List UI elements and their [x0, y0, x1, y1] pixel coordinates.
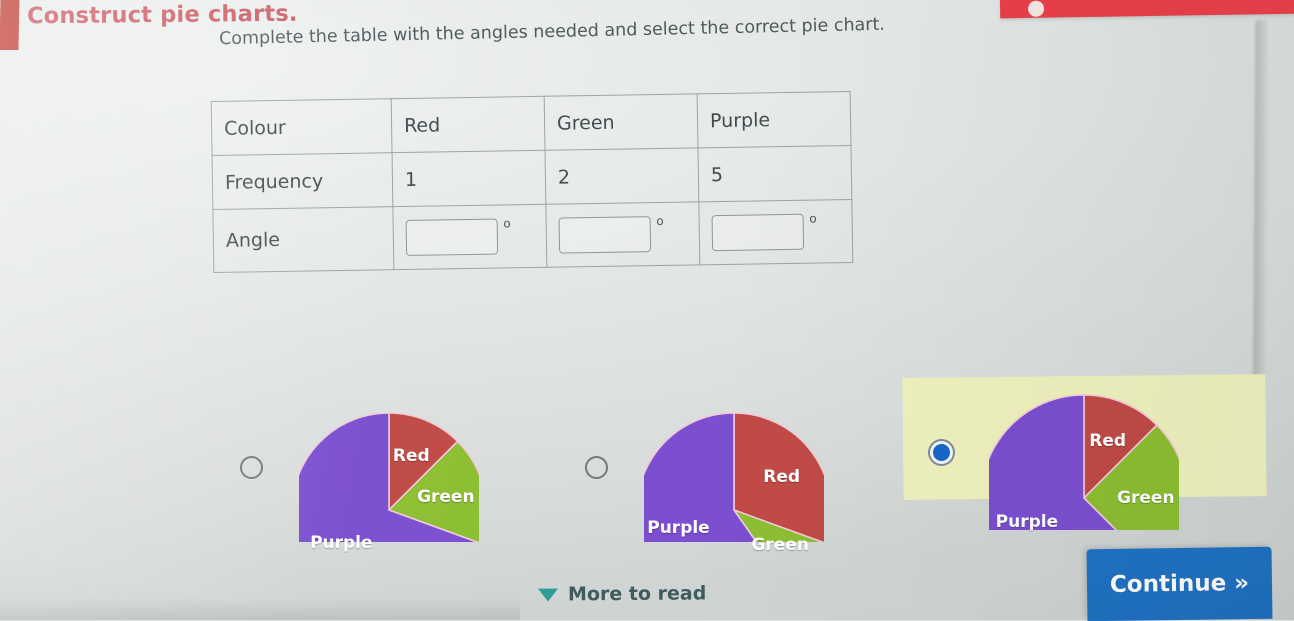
page-bottom-fold [0, 598, 520, 620]
angle-input-red[interactable] [405, 218, 499, 256]
angle-input-wrap-red: o [405, 216, 511, 256]
cell-angle-purple: o [698, 199, 853, 265]
page-edge-shadow [1252, 19, 1268, 431]
page-title: Construct pie charts. [26, 0, 298, 30]
pie-chart-option-3[interactable]: Red Green Purple [989, 374, 1179, 532]
pie-chart-2-svg [644, 412, 824, 542]
worksheet-page: Construct pie charts. Complete the table… [0, 0, 1294, 621]
frequency-table-container: Colour Red Green Purple Frequency 1 2 5 … [211, 91, 854, 273]
angle-input-green[interactable] [558, 216, 652, 254]
angle-input-wrap-purple: o [711, 212, 817, 252]
pie-3-slices [989, 394, 1179, 530]
radio-option-2[interactable] [585, 455, 608, 479]
caret-down-icon [537, 587, 559, 602]
pie-chart-3-svg [989, 394, 1179, 530]
banner-dot-icon [1027, 0, 1045, 17]
cell-frequency-red: 1 [392, 150, 546, 207]
angle-input-purple[interactable] [711, 213, 805, 252]
more-to-read-button[interactable]: More to read [537, 582, 707, 606]
pie-chart-1-svg [299, 412, 479, 542]
row-header-colour: Colour [211, 98, 393, 156]
top-red-banner [999, 0, 1294, 19]
cell-angle-green: o [545, 201, 700, 268]
row-header-angle: Angle [212, 206, 394, 273]
pie-2-slices [644, 412, 824, 542]
page-subtitle: Complete the table with the angles neede… [218, 14, 886, 50]
degree-symbol-green: o [656, 213, 664, 229]
pie-1-slices [299, 412, 479, 542]
pie-chart-option-1[interactable]: Red Green Purple [299, 392, 479, 553]
degree-symbol-purple: o [809, 211, 817, 226]
answer-option-1[interactable]: Red Green Purple [240, 392, 479, 553]
more-to-read-label: More to read [567, 582, 707, 606]
pie-chart-option-2[interactable]: Red Green Purple [644, 392, 824, 555]
radio-option-3[interactable] [930, 440, 953, 464]
cell-angle-red: o [392, 204, 547, 270]
angle-input-wrap-green: o [558, 214, 664, 254]
table-row-angle: Angle o o o [212, 199, 853, 273]
continue-button[interactable]: Continue » [1086, 546, 1273, 621]
cell-colour-red: Red [391, 96, 546, 153]
row-header-frequency: Frequency [212, 152, 393, 210]
answer-option-2[interactable]: Red Green Purple [585, 392, 824, 555]
radio-option-1[interactable] [240, 455, 263, 479]
table-row-frequency: Frequency 1 2 5 [212, 145, 852, 210]
cell-colour-purple: Purple [697, 91, 851, 148]
cell-colour-green: Green [544, 93, 698, 151]
left-red-accent-bar [0, 0, 20, 50]
answer-option-3[interactable]: Red Green Purple [930, 374, 1179, 532]
degree-symbol-red: o [503, 216, 511, 231]
cell-frequency-purple: 5 [697, 145, 852, 202]
cell-frequency-green: 2 [545, 147, 699, 205]
table-row-colour: Colour Red Green Purple [211, 91, 851, 156]
frequency-table: Colour Red Green Purple Frequency 1 2 5 … [211, 91, 854, 273]
